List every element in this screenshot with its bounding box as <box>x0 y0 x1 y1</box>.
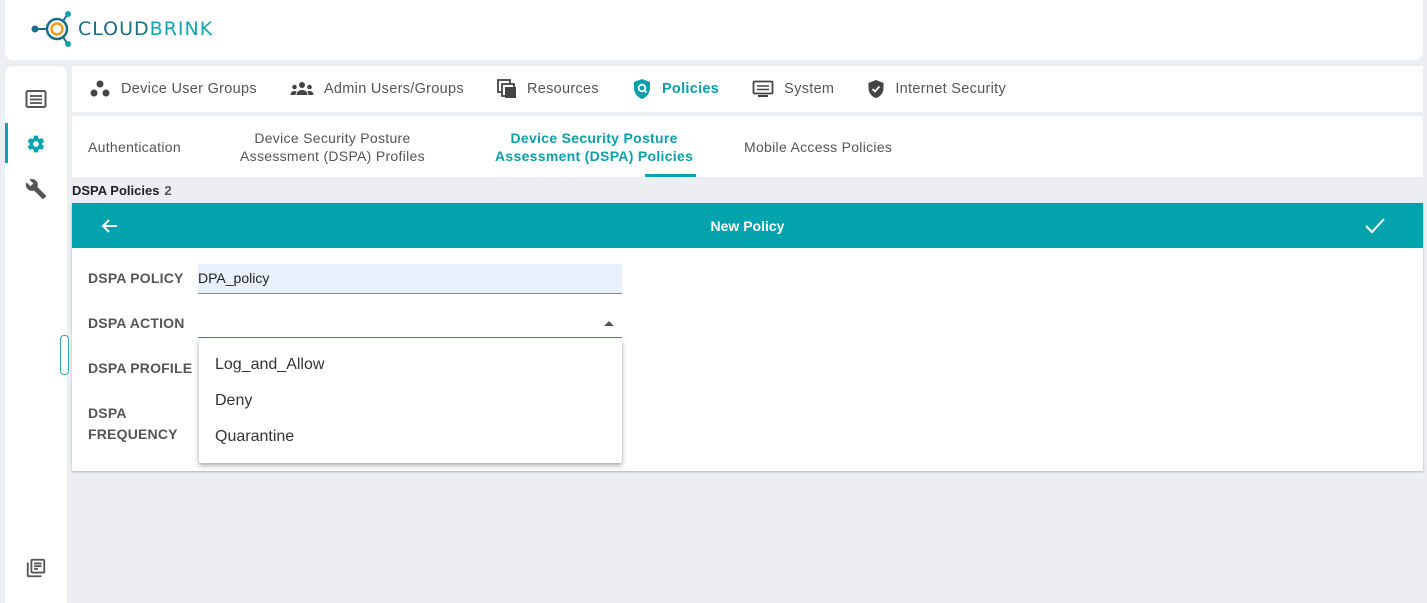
gear-icon <box>27 135 45 153</box>
main-tabs: Device User Groups Admin Users/Groups Re… <box>72 66 1423 112</box>
option-deny[interactable]: Deny <box>199 383 622 419</box>
save-check-icon[interactable] <box>1364 216 1386 236</box>
dspa-policies-header: DSPA Policies 2 <box>72 183 172 198</box>
tab-policies[interactable]: Policies <box>632 78 719 100</box>
dspa-action-label: DSPA ACTION <box>88 315 185 331</box>
nav-dashboard[interactable] <box>24 87 48 111</box>
tab-admin-users-groups[interactable]: Admin Users/Groups <box>290 81 464 97</box>
groups-icon <box>90 80 110 97</box>
dspa-action-dropdown: Log_and_Allow Deny Quarantine <box>199 339 622 463</box>
logo-text-suffix: BRINK <box>149 18 214 40</box>
option-quarantine[interactable]: Quarantine <box>199 419 622 455</box>
list-panel-icon <box>25 90 47 108</box>
tab-resources[interactable]: Resources <box>497 79 599 99</box>
nav-docs[interactable] <box>24 556 48 580</box>
dspa-policy-label: DSPA POLICY <box>88 270 184 286</box>
tab-internet-security[interactable]: Internet Security <box>867 79 1006 99</box>
logo-icon <box>31 11 71 47</box>
subtab-label-line2: Assessment (DSPA) Profiles <box>240 148 425 164</box>
system-icon <box>752 80 774 97</box>
subtab-label-line2: Assessment (DSPA) Policies <box>495 148 694 164</box>
panel-header: New Policy <box>72 203 1423 248</box>
subtab-label-line1: Device Security Posture <box>510 130 678 146</box>
sub-tabs: Authentication Device Security Posture A… <box>72 116 1423 177</box>
tab-system[interactable]: System <box>752 80 834 98</box>
subtab-dspa-policies[interactable]: Device Security Posture Assessment (DSPA… <box>495 129 693 165</box>
tab-device-user-groups[interactable]: Device User Groups <box>89 80 257 98</box>
resize-handle[interactable] <box>60 335 69 375</box>
tab-label: Admin Users/Groups <box>323 81 464 97</box>
subtab-authentication[interactable]: Authentication <box>88 138 181 156</box>
top-bar: CLOUDBRINK <box>5 0 1423 60</box>
shield-check-icon <box>868 80 884 98</box>
cloudbrink-logo[interactable]: CLOUDBRINK <box>30 9 213 49</box>
logo-text-prefix: CLOUD <box>78 18 150 40</box>
subtab-dspa-profiles[interactable]: Device Security Posture Assessment (DSPA… <box>240 129 425 165</box>
active-subtab-indicator <box>645 174 696 177</box>
tab-label: Resources <box>526 81 599 97</box>
dspa-frequency-label-line2: FREQUENCY <box>88 426 178 442</box>
nav-tools[interactable] <box>24 177 48 201</box>
subtab-label-line1: Device Security Posture <box>254 130 411 146</box>
subtab-mobile-access-policies[interactable]: Mobile Access Policies <box>744 138 892 156</box>
subtab-label: Authentication <box>88 139 181 155</box>
tab-label: Internet Security <box>895 81 1007 97</box>
dspa-action-select[interactable] <box>198 308 622 338</box>
policy-shield-icon <box>633 79 650 99</box>
section-title: DSPA Policies <box>72 183 160 198</box>
people-icon <box>290 82 314 95</box>
dspa-policy-input[interactable]: DPA_policy <box>198 264 622 294</box>
nav-active-indicator <box>5 123 8 163</box>
dspa-profile-label: DSPA PROFILE <box>88 360 193 376</box>
option-log-and-allow[interactable]: Log_and_Allow <box>199 347 622 383</box>
left-nav <box>5 66 67 603</box>
caret-up-icon <box>604 321 614 326</box>
tab-label: Device User Groups <box>121 81 257 97</box>
wrench-icon <box>25 179 47 200</box>
tab-label: Policies <box>661 81 720 97</box>
dspa-frequency-label-line1: DSPA <box>88 405 127 421</box>
resources-icon <box>497 79 516 98</box>
panel-title: New Policy <box>710 218 785 234</box>
subtab-label: Mobile Access Policies <box>744 139 893 155</box>
tab-label: System <box>784 81 835 97</box>
nav-settings[interactable] <box>24 132 48 156</box>
library-books-icon <box>26 558 46 578</box>
logo-text: CLOUDBRINK <box>78 18 213 40</box>
policy-count: 2 <box>164 183 172 198</box>
